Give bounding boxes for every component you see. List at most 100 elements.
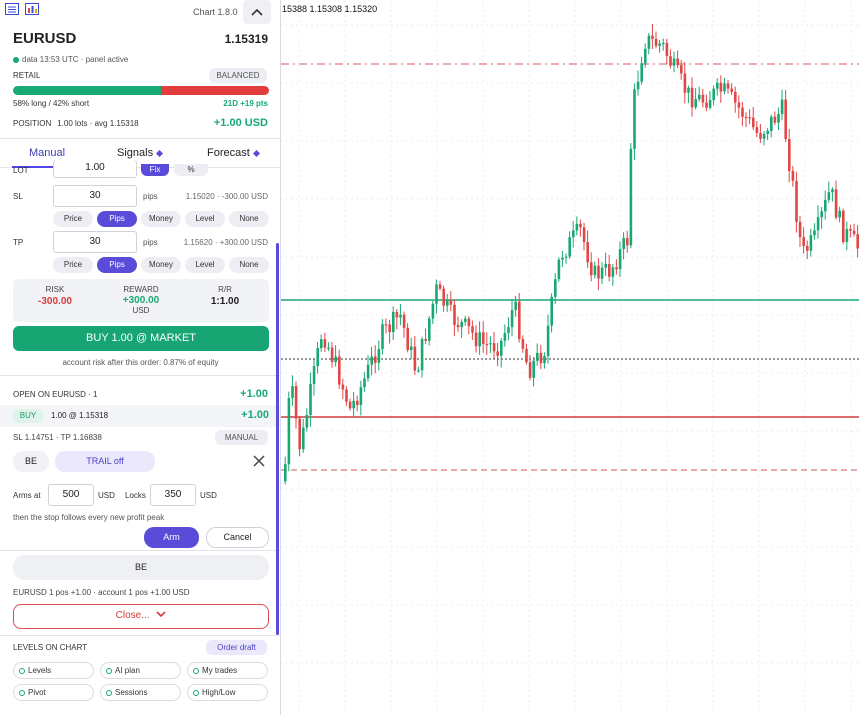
candle-body: [503, 333, 507, 341]
cancel-button[interactable]: Cancel: [206, 527, 269, 548]
tp-input[interactable]: 30: [53, 231, 137, 253]
candle-body: [726, 83, 730, 89]
be-all-button[interactable]: BE: [13, 555, 269, 580]
trade-row[interactable]: BUY 1.00 @ 1.15318 +1.00: [0, 405, 280, 427]
price-chart[interactable]: 15388 1.15308 1.15320: [281, 0, 859, 715]
candle-body: [514, 301, 517, 311]
candle-body: [831, 189, 834, 193]
arm-button[interactable]: Arm: [144, 527, 199, 548]
candle-body: [809, 235, 813, 251]
candle-body: [510, 310, 514, 328]
level-toggle-ai-plan[interactable]: AI plan: [100, 662, 181, 679]
lot-percent-toggle[interactable]: %: [174, 164, 208, 176]
candle-body: [816, 217, 820, 231]
circle-icon: [106, 668, 112, 674]
candle-body: [348, 401, 352, 409]
chart-icon[interactable]: [25, 3, 39, 15]
candle-body: [611, 267, 615, 277]
symbol-name: EURUSD: [13, 30, 77, 47]
close-positions-button[interactable]: Close...: [13, 604, 269, 629]
trail-toggle-button[interactable]: TRAIL off: [55, 451, 155, 472]
trade-sl-tp: SL 1.14751 · TP 1.16838: [13, 433, 102, 442]
rr-stat: R/R 1:1.00: [185, 285, 265, 307]
buy-market-button[interactable]: BUY 1.00 @ MARKET: [13, 326, 269, 351]
sl-mode-level[interactable]: Level: [185, 211, 225, 227]
tp-mode-pips[interactable]: Pips: [97, 257, 137, 273]
candle-body: [618, 249, 622, 270]
candle-body: [820, 211, 823, 218]
chart-canvas[interactable]: [281, 0, 859, 715]
tab-forecast-label: Forecast: [207, 147, 250, 159]
candle-body: [633, 89, 636, 149]
tp-mode-money[interactable]: Money: [141, 257, 181, 273]
sl-mode-price[interactable]: Price: [53, 211, 93, 227]
sl-label: SL: [13, 192, 23, 201]
sl-mode-none[interactable]: None: [229, 211, 269, 227]
order-draft-button[interactable]: Order draft: [206, 640, 267, 655]
candle-body: [784, 99, 787, 140]
level-toggle-my-trades[interactable]: My trades: [187, 662, 268, 679]
collapse-button[interactable]: [243, 0, 271, 24]
candle-body: [561, 257, 564, 260]
tp-label: TP: [13, 238, 24, 247]
candle-body: [554, 279, 557, 297]
panel-scrollbar[interactable]: [276, 243, 279, 635]
sl-input[interactable]: 30: [53, 185, 137, 207]
tp-unit: pips: [143, 238, 158, 247]
panel-toolbar: [5, 3, 39, 15]
tab-signals-label: Signals: [117, 147, 154, 159]
diamond-icon: [252, 149, 260, 157]
level-toggle-pivot[interactable]: Pivot: [13, 684, 94, 701]
risk-value: -300.00: [38, 296, 72, 307]
candle-body: [302, 427, 305, 450]
account-risk-note: account risk after this order: 0.87% of …: [62, 358, 219, 367]
candle-body: [546, 325, 550, 357]
candle-body: [327, 347, 330, 349]
circle-icon: [106, 690, 112, 696]
candle-body: [773, 116, 777, 123]
candle-body: [395, 311, 399, 318]
tp-hint: 1.15620 · +300.00 USD: [183, 238, 268, 247]
tp-mode-price[interactable]: Price: [53, 257, 93, 273]
locks-input[interactable]: 350: [150, 484, 196, 506]
break-even-button[interactable]: BE: [13, 451, 49, 472]
candle-body: [802, 237, 805, 246]
level-toggle-high-low[interactable]: High/Low: [187, 684, 268, 701]
sl-mode-money[interactable]: Money: [141, 211, 181, 227]
candle-body: [564, 256, 568, 258]
candle-body: [795, 180, 798, 222]
candle-body: [593, 265, 597, 276]
reward-unit: USD: [132, 306, 150, 315]
candle-body: [644, 48, 647, 64]
list-icon[interactable]: [5, 3, 19, 15]
candle-body: [568, 237, 571, 257]
candle-body: [446, 300, 449, 306]
open-positions-title: OPEN ON EURUSD · 1: [13, 390, 98, 399]
candle-body: [582, 227, 586, 243]
close-icon[interactable]: [252, 454, 266, 468]
arms-input[interactable]: 500: [48, 484, 94, 506]
level-toggle-levels[interactable]: Levels: [13, 662, 94, 679]
tab-manual[interactable]: Manual: [29, 147, 65, 159]
candle-body: [665, 42, 669, 57]
sl-hint: 1.15020 · -300.00 USD: [185, 192, 268, 201]
tp-mode-level[interactable]: Level: [185, 257, 225, 273]
lot-fix-toggle[interactable]: Fix: [141, 164, 169, 176]
candle-body: [590, 262, 593, 276]
candle-body: [640, 63, 643, 82]
candle-body: [356, 400, 359, 406]
candle-body: [701, 94, 705, 103]
tp-mode-none[interactable]: None: [229, 257, 269, 273]
level-toggle-sessions[interactable]: Sessions: [100, 684, 181, 701]
candle-body: [485, 344, 489, 346]
candle-body: [788, 139, 791, 172]
candle-body: [410, 346, 413, 351]
tab-signals[interactable]: Signals: [117, 147, 164, 159]
tab-forecast[interactable]: Forecast: [207, 147, 260, 159]
lot-input[interactable]: 1.00: [53, 160, 137, 178]
candle-body: [464, 318, 467, 322]
risk-label: RISK: [45, 285, 65, 294]
sl-mode-pips[interactable]: Pips: [97, 211, 137, 227]
candle-body: [766, 130, 769, 134]
arms-unit: USD: [98, 491, 115, 500]
